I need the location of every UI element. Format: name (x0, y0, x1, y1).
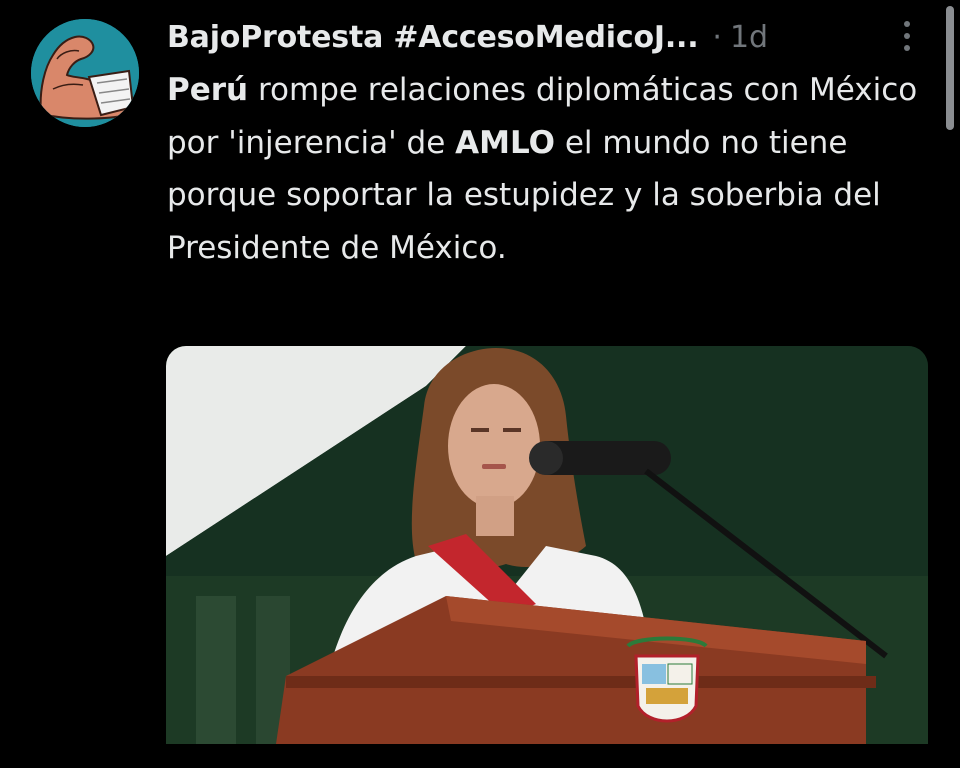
more-options-button[interactable] (890, 14, 924, 58)
flexed-arm-icon (31, 19, 139, 127)
tweet-text: Perú rompe relaciones diplomáticas con M… (167, 64, 937, 274)
tweet-media-image[interactable] (166, 346, 928, 744)
tweet-header: BajoProtesta #AccesoMedicoJ... · 1d (167, 14, 768, 60)
news-photo (166, 346, 928, 744)
avatar[interactable] (31, 19, 139, 127)
author-name[interactable]: BajoProtesta #AccesoMedicoJ... (167, 20, 699, 55)
tweet-text-bold: Perú (167, 72, 249, 108)
more-vertical-icon (904, 21, 910, 27)
tweet-timestamp[interactable]: 1d (730, 20, 768, 55)
tweet-text-bold: AMLO (455, 124, 555, 161)
scrollbar[interactable] (946, 6, 954, 130)
separator-dot: · (712, 19, 722, 55)
tweet[interactable]: BajoProtesta #AccesoMedicoJ... · 1d Perú… (0, 0, 960, 768)
